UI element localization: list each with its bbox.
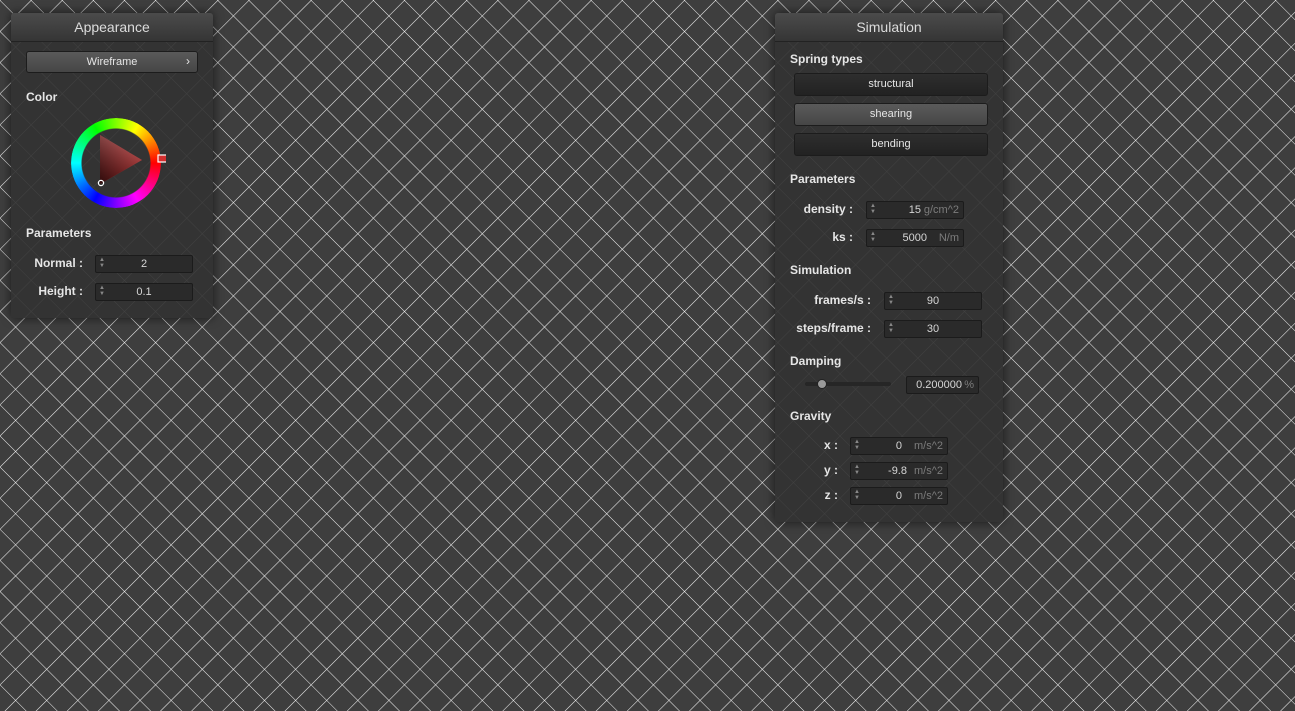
spinner-arrows-icon[interactable]: ▲ ▼ bbox=[870, 203, 878, 215]
ks-label: ks : bbox=[832, 230, 853, 244]
simulation-parameters-label: Parameters bbox=[790, 172, 856, 186]
chevron-right-icon: › bbox=[186, 54, 190, 68]
simulation-settings-label: Simulation bbox=[790, 263, 852, 277]
gravity-label: Gravity bbox=[790, 409, 832, 423]
steps-per-frame-label: steps/frame : bbox=[796, 321, 871, 335]
spinner-arrows-icon[interactable]: ▲ ▼ bbox=[854, 464, 862, 476]
gravity-y-label: y : bbox=[823, 463, 838, 477]
gravity-z-label: z : bbox=[824, 488, 838, 502]
gravity-x-label: x : bbox=[823, 438, 838, 452]
render-mode-button[interactable]: Wireframe › bbox=[26, 51, 198, 73]
density-input[interactable]: ▲ ▼ 15 g/cm^2 bbox=[866, 201, 964, 219]
damping-slider[interactable] bbox=[805, 375, 891, 393]
height-input[interactable]: ▲ ▼ 0.1 bbox=[95, 283, 193, 301]
appearance-panel: Appearance Wireframe › Color Parameters … bbox=[11, 13, 213, 318]
spinner-arrows-icon[interactable]: ▲ ▼ bbox=[854, 489, 862, 501]
appearance-panel-title[interactable]: Appearance bbox=[11, 13, 213, 42]
normal-label: Normal : bbox=[34, 256, 83, 270]
gravity-y-input[interactable]: ▲ ▼ -9.8 m/s^2 bbox=[850, 462, 948, 480]
height-label: Height : bbox=[38, 284, 83, 298]
simulation-panel-title[interactable]: Simulation bbox=[775, 13, 1003, 42]
spring-types-label: Spring types bbox=[790, 52, 863, 66]
density-label: density : bbox=[803, 202, 853, 216]
render-mode-label: Wireframe bbox=[86, 56, 138, 68]
frames-per-second-input[interactable]: ▲ ▼ 90 bbox=[884, 292, 982, 310]
color-section-label: Color bbox=[26, 90, 58, 104]
color-wheel[interactable] bbox=[66, 113, 166, 213]
spinner-arrows-icon[interactable]: ▲ ▼ bbox=[854, 439, 862, 451]
hue-selector-handle[interactable] bbox=[157, 154, 166, 163]
bending-spring-toggle[interactable]: bending bbox=[794, 133, 988, 156]
spinner-arrows-icon[interactable]: ▲ ▼ bbox=[870, 231, 878, 243]
normal-input[interactable]: ▲ ▼ 2 bbox=[95, 255, 193, 273]
damping-slider-handle[interactable] bbox=[817, 379, 828, 389]
gravity-z-input[interactable]: ▲ ▼ 0 m/s^2 bbox=[850, 487, 948, 505]
damping-input[interactable]: 0.200000 % bbox=[906, 376, 979, 394]
gravity-x-input[interactable]: ▲ ▼ 0 m/s^2 bbox=[850, 437, 948, 455]
simulation-panel: Simulation Spring types structural shear… bbox=[775, 13, 1003, 522]
ks-input[interactable]: ▲ ▼ 5000 N/m bbox=[866, 229, 964, 247]
shearing-spring-toggle[interactable]: shearing bbox=[794, 103, 988, 126]
steps-per-frame-input[interactable]: ▲ ▼ 30 bbox=[884, 320, 982, 338]
damping-label: Damping bbox=[790, 354, 842, 368]
appearance-parameters-label: Parameters bbox=[26, 226, 92, 240]
frames-per-second-label: frames/s : bbox=[814, 293, 871, 307]
structural-spring-toggle[interactable]: structural bbox=[794, 73, 988, 96]
